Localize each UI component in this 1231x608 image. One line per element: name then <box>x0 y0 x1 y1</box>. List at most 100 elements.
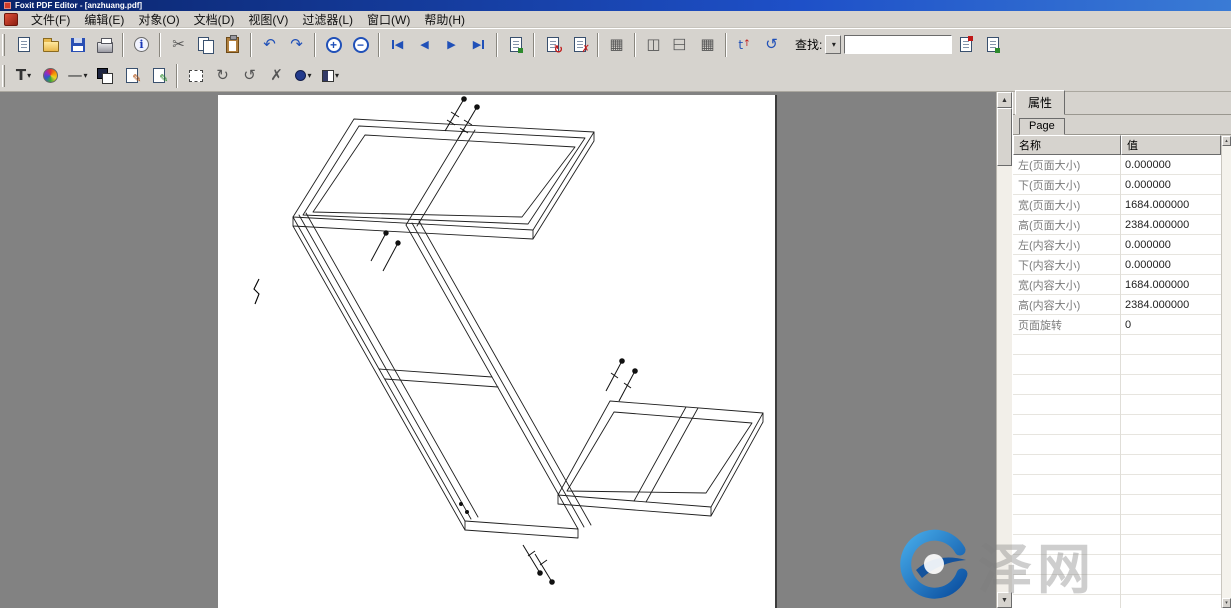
panel-scroll-up-button[interactable]: ▴ <box>1222 136 1231 146</box>
fill-color-button[interactable]: ▾ <box>318 63 343 88</box>
menu-item-help[interactable]: 帮助(H) <box>417 10 472 29</box>
property-value[interactable]: 0.000000 <box>1120 179 1221 191</box>
shape-style-button[interactable] <box>92 63 117 88</box>
property-value[interactable]: 0.000000 <box>1120 159 1221 171</box>
split-view-button-2[interactable]: ◫ <box>668 32 693 57</box>
property-value[interactable]: 1684.000000 <box>1120 279 1221 291</box>
chevron-down-icon: ▾ <box>83 71 87 80</box>
new-button[interactable] <box>11 32 36 57</box>
property-value[interactable]: 0.000000 <box>1120 239 1221 251</box>
edit-page-icon: ✎ <box>126 68 138 83</box>
undo-icon: ↶ <box>263 37 276 52</box>
find-in-document-button[interactable] <box>953 32 978 57</box>
toolbar-separator <box>378 33 380 57</box>
cut-button[interactable]: ✂ <box>166 32 191 57</box>
split-view-button-3[interactable]: ▦ <box>695 32 720 57</box>
toolbar-gripper[interactable] <box>2 65 5 87</box>
column-header-name[interactable]: 名称 <box>1013 135 1121 155</box>
last-page-button[interactable]: ▶ <box>466 32 491 57</box>
toolbar-separator <box>159 33 161 57</box>
text-tool-icon: T <box>16 68 26 83</box>
vertical-scrollbar[interactable]: ▲ ▼ <box>996 92 1012 608</box>
toolbar-main: i ✂ ↶ ↷ + − ◀ ◀ ▶ ▶ ↻ ✗ ▦ ◫ <box>0 28 1231 60</box>
split-view-button-1[interactable]: ◫ <box>641 32 666 57</box>
refresh-button[interactable]: ↺ <box>759 32 784 57</box>
document-info-button[interactable]: i <box>129 32 154 57</box>
tools-cross-icon: ✗ <box>270 68 283 83</box>
menu-item-window[interactable]: 窗口(W) <box>360 10 417 29</box>
next-page-button[interactable]: ▶ <box>439 32 464 57</box>
paste-button[interactable] <box>220 32 245 57</box>
redo-button[interactable]: ↷ <box>284 32 309 57</box>
menu-item-view[interactable]: 视图(V) <box>241 10 295 29</box>
property-value[interactable]: 1684.000000 <box>1120 199 1221 211</box>
color-wheel-icon <box>43 68 58 83</box>
last-page-icon: ▶ <box>473 39 484 50</box>
prev-page-button[interactable]: ◀ <box>412 32 437 57</box>
first-page-button[interactable]: ◀ <box>385 32 410 57</box>
page-layout-button[interactable] <box>503 32 528 57</box>
text-superscript-button[interactable]: t ↑ <box>732 32 757 57</box>
text-caret <box>254 279 259 304</box>
property-value[interactable]: 2384.000000 <box>1120 219 1221 231</box>
panel-tab-row: Page <box>1013 115 1231 135</box>
pdf-page[interactable] <box>218 95 775 608</box>
column-header-value[interactable]: 值 <box>1121 135 1221 155</box>
scroll-down-button[interactable]: ▼ <box>997 592 1012 608</box>
chevron-down-icon: ▾ <box>27 71 31 80</box>
menu-item-file[interactable]: 文件(F) <box>24 10 77 29</box>
panel-scroll-down-button[interactable]: ▾ <box>1222 598 1231 608</box>
app-icon <box>4 2 11 9</box>
line-tool-button[interactable]: — ▾ <box>65 63 90 88</box>
menu-item-object[interactable]: 对象(O) <box>131 10 186 29</box>
property-value[interactable]: 0 <box>1120 319 1221 331</box>
scroll-up-button[interactable]: ▲ <box>997 92 1012 108</box>
toolbar-edit: T ▾ — ▾ ✎ ✎ ↻ ↺ ✗ ▾ ▾ <box>0 60 1231 92</box>
redo-icon: ↷ <box>290 37 303 52</box>
zoom-in-button[interactable]: + <box>321 32 346 57</box>
property-value[interactable]: 0.000000 <box>1120 259 1221 271</box>
edit-page-button[interactable]: ✎ <box>119 63 144 88</box>
delete-page-button[interactable]: ✗ <box>567 32 592 57</box>
document-app-icon[interactable] <box>4 13 18 26</box>
document-canvas[interactable] <box>0 92 996 608</box>
chevron-down-icon: ▾ <box>307 71 311 80</box>
paste-icon <box>226 37 239 53</box>
find-dropdown-button[interactable]: ▾ <box>825 35 841 54</box>
copy-button[interactable] <box>193 32 218 57</box>
text-tool-button[interactable]: T ▾ <box>11 63 36 88</box>
panel-title-tab[interactable]: 属性 <box>1015 90 1065 115</box>
rotate-page-button[interactable]: ↻ <box>540 32 565 57</box>
color-wheel-button[interactable] <box>38 63 63 88</box>
stroke-color-button[interactable]: ▾ <box>291 63 316 88</box>
split-view-horizontal-icon: ◫ <box>673 37 688 51</box>
menu-item-edit[interactable]: 编辑(E) <box>77 10 131 29</box>
scrollbar-thumb[interactable] <box>997 108 1012 166</box>
property-row: 下(页面大小)0.000000 <box>1013 175 1221 195</box>
save-button[interactable] <box>65 32 90 57</box>
print-button[interactable] <box>92 32 117 57</box>
tab-page[interactable]: Page <box>1019 118 1065 135</box>
select-area-button[interactable] <box>183 63 208 88</box>
toolbar-separator <box>176 64 178 88</box>
rotate-cw-button[interactable]: ↻ <box>210 63 235 88</box>
menu-item-filter[interactable]: 过滤器(L) <box>295 10 360 29</box>
edit-content-button[interactable]: ✎ <box>146 63 171 88</box>
undo-button[interactable]: ↶ <box>257 32 282 57</box>
zoom-in-icon: + <box>326 37 342 53</box>
open-button[interactable] <box>38 32 63 57</box>
hatch-grid-button[interactable]: ▦ <box>604 32 629 57</box>
zoom-out-button[interactable]: − <box>348 32 373 57</box>
menu-item-document[interactable]: 文档(D) <box>187 10 242 29</box>
find-results-button[interactable] <box>980 32 1005 57</box>
toolbar-separator <box>122 33 124 57</box>
panel-scrollbar[interactable]: ▴ ▾ <box>1221 136 1231 608</box>
find-input[interactable] <box>844 35 952 54</box>
tools-button[interactable]: ✗ <box>264 63 289 88</box>
menu-bar: 文件(F) 编辑(E) 对象(O) 文档(D) 视图(V) 过滤器(L) 窗口(… <box>0 11 1231 28</box>
toolbar-gripper[interactable] <box>2 34 5 56</box>
property-value[interactable]: 2384.000000 <box>1120 299 1221 311</box>
rotate-ccw-button[interactable]: ↺ <box>237 63 262 88</box>
line-tool-icon: — <box>67 68 82 83</box>
page-drawing <box>218 95 775 608</box>
